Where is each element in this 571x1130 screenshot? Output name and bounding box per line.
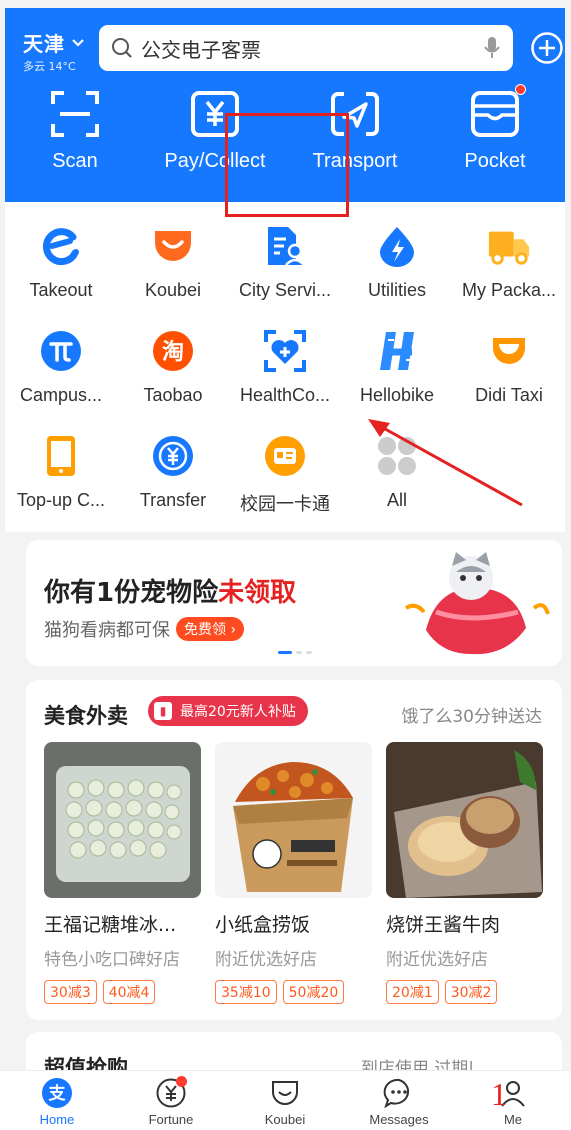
discount-tag: 30减3 bbox=[44, 980, 97, 1004]
app-utilities[interactable]: Utilities bbox=[341, 224, 453, 301]
shop-image bbox=[386, 742, 543, 898]
banner-subtitle: 猫狗看病都可保 免费领 › bbox=[44, 616, 245, 642]
city-name: 天津 bbox=[23, 32, 65, 56]
app-my-packages[interactable]: My Packa... bbox=[453, 224, 565, 301]
svg-text:支: 支 bbox=[49, 1083, 67, 1104]
takeout-icon bbox=[43, 228, 79, 266]
koubei-tab-icon bbox=[272, 1081, 298, 1105]
tab-koubei[interactable]: Koubei bbox=[228, 1071, 342, 1130]
pocket-button[interactable]: Pocket bbox=[425, 84, 565, 173]
banner-title: 你有1份宠物险未领取 bbox=[44, 578, 297, 608]
scan-icon bbox=[51, 91, 99, 137]
koubei-icon bbox=[155, 231, 191, 261]
app-didi-taxi[interactable]: Didi Taxi bbox=[453, 329, 565, 406]
pocket-icon bbox=[471, 91, 519, 137]
tab-fortune[interactable]: Fortune bbox=[114, 1071, 228, 1130]
tab-messages[interactable]: Messages bbox=[342, 1071, 456, 1130]
notification-dot bbox=[176, 1076, 187, 1087]
gift-icon: ▮ bbox=[154, 702, 172, 720]
shop-card[interactable]: 小纸盒捞饭 附近优选好店 35减10 50减20 bbox=[215, 742, 372, 1004]
add-icon[interactable] bbox=[530, 31, 564, 65]
section-title: 美食外卖 bbox=[44, 704, 128, 728]
city-services-icon bbox=[268, 227, 305, 266]
discount-tag: 20减1 bbox=[386, 980, 439, 1004]
app-campus[interactable]: Campus... bbox=[5, 329, 117, 406]
transfer-icon bbox=[153, 436, 193, 476]
free-claim-button[interactable]: 免费领 › bbox=[176, 617, 245, 641]
annotation-number: 1 bbox=[491, 1076, 507, 1112]
shop-card[interactable]: 王福记糖堆冰... 特色小吃口碑好店 30减3 40减4 bbox=[44, 742, 201, 1004]
app-taobao[interactable]: 淘 Taobao bbox=[117, 329, 229, 406]
app-city-services[interactable]: City Servi... bbox=[229, 224, 341, 301]
carousel-indicator bbox=[278, 651, 312, 654]
alipay-home-icon: 支 bbox=[42, 1078, 72, 1108]
search-icon bbox=[112, 38, 132, 58]
utilities-icon bbox=[380, 227, 414, 267]
campus-pi-icon bbox=[41, 331, 81, 371]
discount-tag: 50减20 bbox=[282, 980, 345, 1004]
pet-insurance-banner[interactable]: 你有1份宠物险未领取 猫狗看病都可保 免费领 › bbox=[26, 540, 562, 666]
hellobike-icon bbox=[380, 332, 414, 370]
bottom-tab-bar: 支 Home Fortune Koubei Messages Me bbox=[0, 1070, 571, 1130]
tab-home[interactable]: 支 Home bbox=[0, 1071, 114, 1130]
food-delivery-card: 美食外卖 ▮ 最高20元新人补贴 饿了么30分钟送达 王福记糖堆冰... 特色小… bbox=[26, 680, 562, 1020]
app-takeout[interactable]: Takeout bbox=[5, 224, 117, 301]
svg-text:淘: 淘 bbox=[162, 339, 184, 365]
shop-image bbox=[215, 742, 372, 898]
discount-tag: 30减2 bbox=[444, 980, 498, 1004]
app-transfer[interactable]: Transfer bbox=[117, 434, 229, 516]
app-koubei[interactable]: Koubei bbox=[117, 224, 229, 301]
phone-topup-icon bbox=[47, 436, 75, 476]
messages-icon bbox=[383, 1078, 410, 1109]
tab-me[interactable]: Me bbox=[456, 1071, 570, 1130]
section-more-link[interactable]: 饿了么30分钟送达 bbox=[401, 702, 542, 727]
campus-card-icon bbox=[265, 436, 305, 476]
notification-dot bbox=[515, 84, 526, 95]
didi-icon bbox=[493, 338, 525, 364]
location-selector[interactable]: 天津 多云 14°C bbox=[23, 28, 85, 74]
shop-card[interactable]: 烧饼王酱牛肉 附近优选好店 20减1 30减2 bbox=[386, 742, 543, 1004]
health-code-icon bbox=[264, 330, 306, 372]
scan-button[interactable]: Scan bbox=[5, 90, 145, 173]
microphone-icon[interactable] bbox=[483, 36, 501, 60]
discount-tag: 40减4 bbox=[102, 980, 156, 1004]
annotation-arrow-icon bbox=[368, 419, 523, 507]
search-placeholder: 公交电子客票 bbox=[141, 37, 261, 62]
cat-gift-illustration-icon bbox=[404, 552, 550, 655]
app-health-code[interactable]: HealthCo... bbox=[229, 329, 341, 406]
app-campus-card[interactable]: 校园一卡通 bbox=[229, 434, 341, 516]
chevron-down-icon bbox=[72, 38, 84, 47]
highlight-box bbox=[225, 113, 349, 217]
app-topup[interactable]: Top-up C... bbox=[5, 434, 117, 516]
shop-image bbox=[44, 742, 201, 898]
newcomer-subsidy-badge[interactable]: ▮ 最高20元新人补贴 bbox=[148, 696, 308, 726]
package-truck-icon bbox=[488, 231, 530, 265]
weather-text: 多云 14°C bbox=[23, 60, 76, 73]
taobao-icon: 淘 bbox=[153, 331, 193, 371]
discount-tag: 35减10 bbox=[215, 980, 277, 1004]
app-hellobike[interactable]: Hellobike bbox=[341, 329, 453, 406]
search-bar[interactable]: 公交电子客票 bbox=[99, 25, 513, 71]
